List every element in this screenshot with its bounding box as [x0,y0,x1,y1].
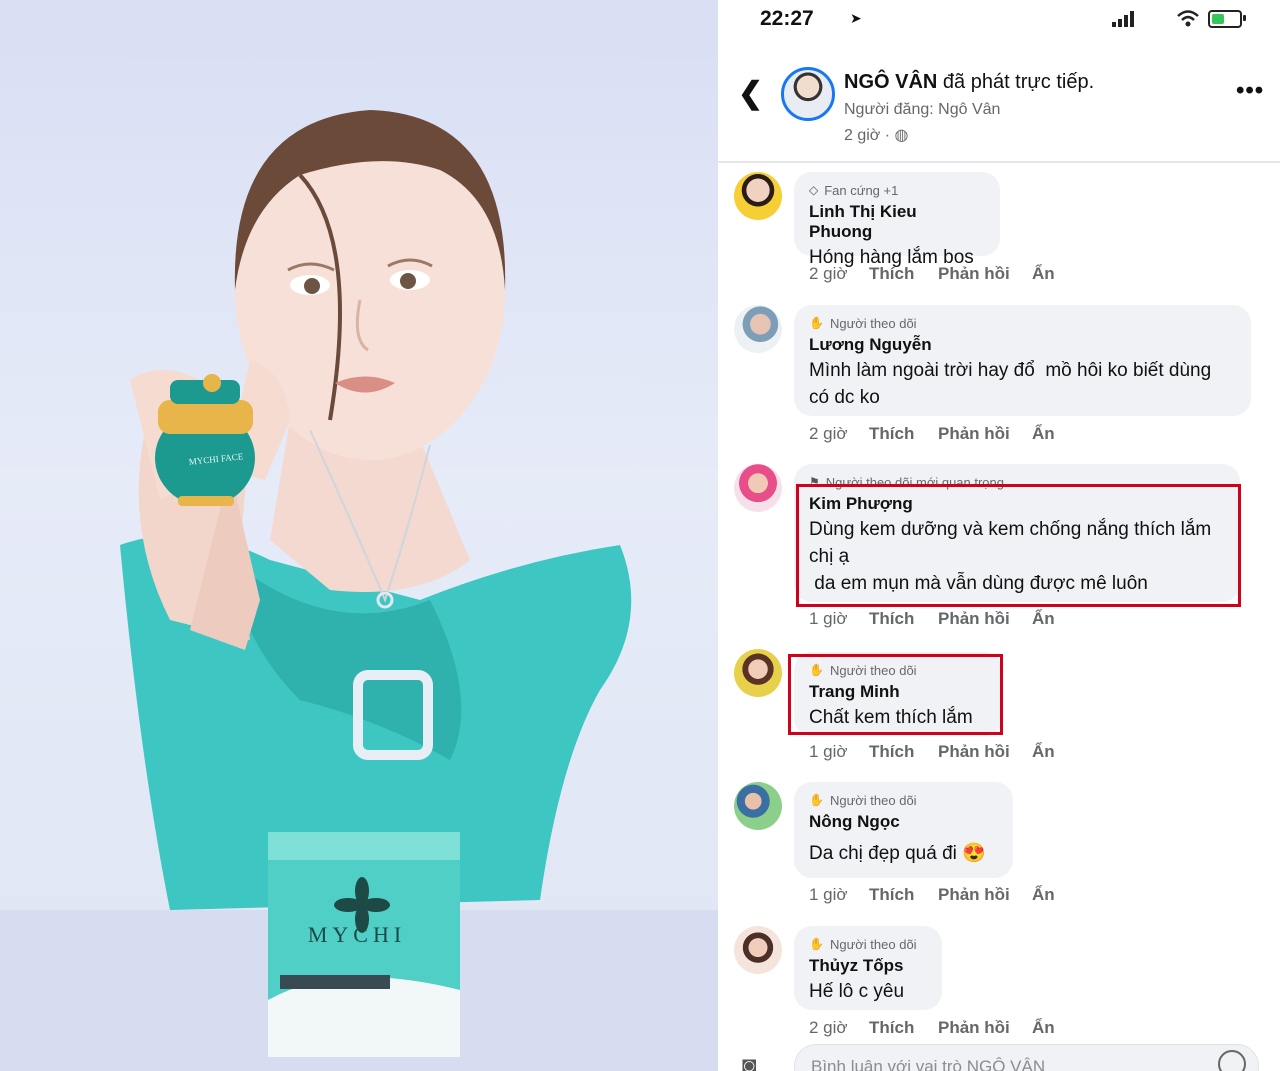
like-button[interactable]: Thích [869,1018,938,1038]
post-title[interactable]: NGÔ VÂN đã phát trực tiếp. [844,71,1094,94]
reply-button[interactable]: Phản hồi [938,885,1032,905]
post-time: 2 giờ · ◍ [844,125,908,145]
wave-icon: ✋ [809,793,824,807]
comment-text: Da chị đẹp quá đi 😍 [809,843,986,864]
hide-button[interactable]: Ẩn [1032,424,1055,444]
comment-time: 1 giờ [809,885,848,904]
page-avatar[interactable] [781,67,835,121]
post-action: đã phát trực tiếp. [937,71,1095,93]
comment-bubble: ◇ Fan cứng +1 Linh Thị Kieu Phuong Hóng h… [794,172,1000,268]
comment-bubble: ✋ Người theo dõi Nông Ngọc Da chị đẹp quá… [794,782,1013,878]
badge-text: Fan cứng +1 [824,182,899,198]
badge-text: Người theo dõi [829,792,917,808]
battery-level [1212,14,1224,24]
comment-avatar[interactable] [734,649,782,697]
box-brand: MYCHI [307,922,407,947]
location-arrow-icon: ➤ [850,10,862,26]
comment-avatar[interactable] [734,926,782,974]
model-illustration [0,110,718,1071]
battery-cap [1243,15,1246,21]
highlight-box [788,654,1003,735]
like-button[interactable]: Thích [869,609,938,629]
reply-button[interactable]: Phản hồi [938,609,1032,629]
comment-time: 2 giờ [809,1018,848,1037]
hide-button[interactable]: Ẩn [1032,609,1055,629]
comment-time: 2 giờ [809,264,848,283]
commenter-name[interactable]: Linh Thị Kieu Phuong [809,202,984,242]
status-bar: 22:27 ➤ [718,0,1280,40]
post-author[interactable]: NGÔ VÂN [844,71,937,93]
posted-by: Người đăng: Ngô Vân [844,101,1001,118]
badge-text: Người theo dõi [829,315,917,331]
comment-badge: ◇ Fan cứng +1 [809,182,984,198]
comment-text: Hế lô c yêu [809,981,905,1002]
wave-icon: ✋ [809,316,824,330]
comment-avatar[interactable] [734,464,782,512]
commenter-name[interactable]: Lương Nguyễn [809,335,1235,355]
hide-button[interactable]: Ẩn [1032,264,1055,284]
reply-button[interactable]: Phản hồi [938,424,1032,444]
battery-icon [1208,10,1242,28]
comment-actions: 1 giờ Thích Phản hồi Ẩn [809,742,1055,762]
comment-bubble: ✋ Người theo dõi Lương Nguyễn Mình làm ng… [794,305,1251,416]
facebook-comments-screen: 22:27 ➤ ❮ NGÔ VÂN đã phát trực tiếp. Ngư… [718,0,1280,1071]
product-photo: MYCHI FACE MYCHI [0,0,718,1071]
comment-actions: 2 giờ Thích Phản hồi Ẩn [809,264,1055,284]
wave-icon: ✋ [809,937,824,951]
comment-badge: ✋ Người theo dõi [809,315,1235,331]
comment-text: Mình làm ngoài trời hay đổ mồ hôi ko biế… [809,360,1217,408]
like-button[interactable]: Thích [869,264,938,284]
header-divider [718,161,1280,163]
reply-button[interactable]: Phản hồi [938,742,1032,762]
post-header: ❮ NGÔ VÂN đã phát trực tiếp. Người đăng:… [718,55,1280,161]
status-time: 22:27 [760,7,814,30]
signal-icon [1112,11,1134,27]
comment-badge: ✋ Người theo dõi [809,936,926,952]
comment-actions: 2 giờ Thích Phản hồi Ẩn [809,424,1055,444]
comment-avatar[interactable] [734,305,782,353]
comment-time: 1 giờ [809,609,848,628]
comment-input[interactable]: Bình luận với vai trò NGÔ VÂN [794,1044,1259,1071]
comment-actions: 1 giờ Thích Phản hồi Ẩn [809,885,1055,905]
comment-actions: 2 giờ Thích Phản hồi Ẩn [809,1018,1055,1038]
emoji-icon[interactable] [1218,1050,1246,1071]
commenter-name[interactable]: Nông Ngọc [809,812,997,832]
wifi-icon [1177,10,1199,27]
hide-button[interactable]: Ẩn [1032,885,1055,905]
comment-time: 2 giờ [809,424,848,443]
post-time-text: 2 giờ · [844,127,895,144]
comment-composer: ◙ Bình luận với vai trò NGÔ VÂN [718,1040,1280,1071]
comment-actions: 1 giờ Thích Phản hồi Ẩn [809,609,1055,629]
comment-avatar[interactable] [734,782,782,830]
like-button[interactable]: Thích [869,424,938,444]
diamond-icon: ◇ [809,183,819,197]
comment-bubble: ✋ Người theo dõi Thủyz Tốps Hế lô c yêu [794,926,942,1010]
back-arrow-icon[interactable]: ❮ [738,79,763,109]
like-button[interactable]: Thích [869,885,938,905]
highlight-box [796,484,1241,607]
comment-badge: ✋ Người theo dõi [809,792,997,808]
like-button[interactable]: Thích [869,742,938,762]
reply-button[interactable]: Phản hồi [938,1018,1032,1038]
comment-avatar[interactable] [734,172,782,220]
reply-button[interactable]: Phản hồi [938,264,1032,284]
hide-button[interactable]: Ẩn [1032,742,1055,762]
camera-icon[interactable]: ◙ [742,1052,757,1071]
more-options-icon[interactable]: ••• [1236,77,1264,105]
badge-text: Người theo dõi [829,936,917,952]
commenter-name[interactable]: Thủyz Tốps [809,956,926,976]
globe-icon: ◍ [894,127,909,144]
comment-time: 1 giờ [809,742,848,761]
hide-button[interactable]: Ẩn [1032,1018,1055,1038]
